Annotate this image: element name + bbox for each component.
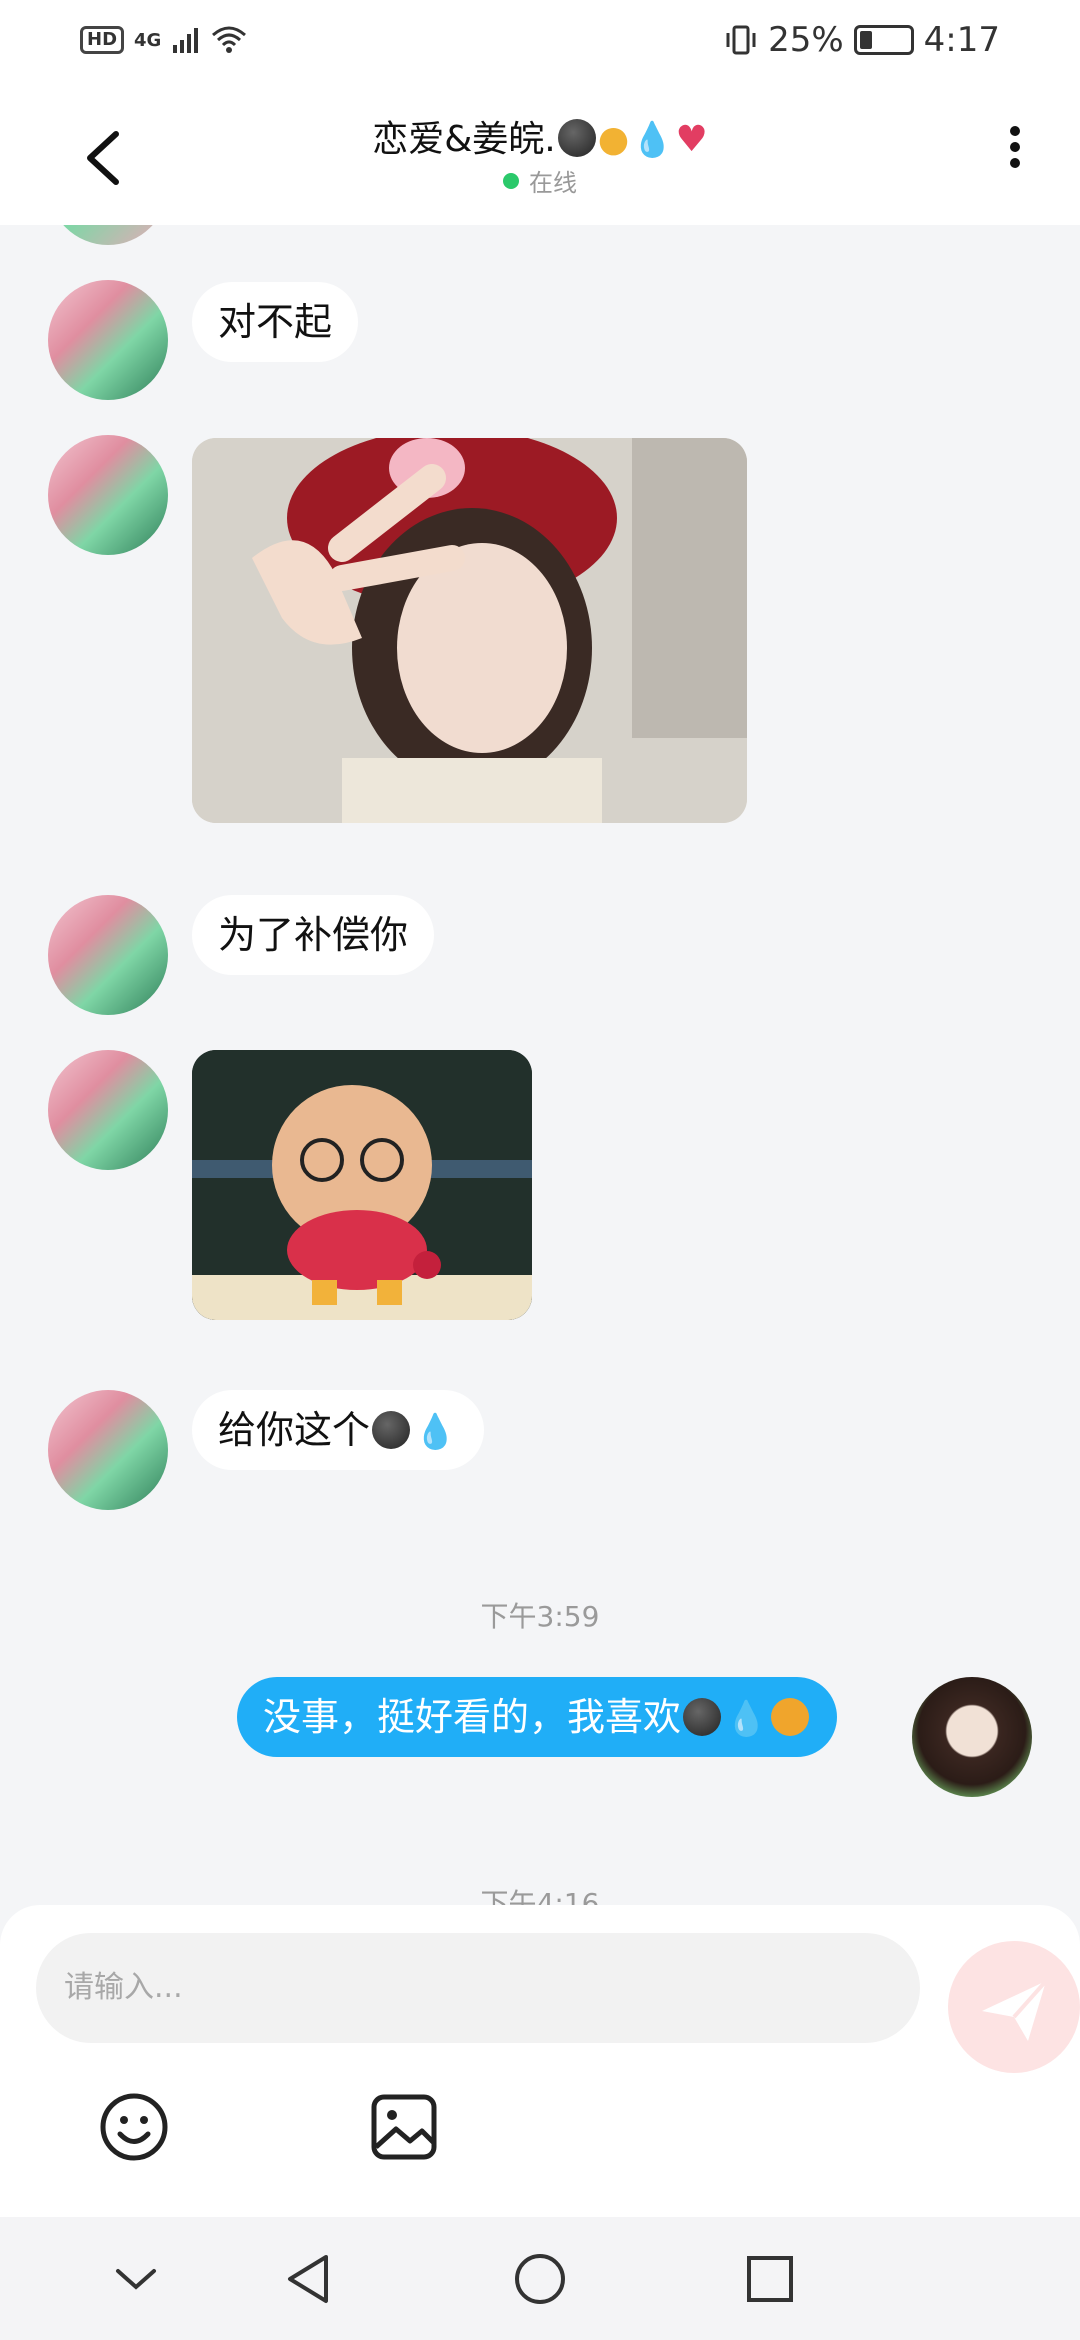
online-dot	[503, 172, 519, 189]
message-input[interactable]: 请输入...	[36, 1933, 920, 2043]
chat-header: 恋爱&姜皖. ●💧♥ 在线	[0, 80, 1080, 225]
cartoon-toy-illustration	[192, 1050, 532, 1320]
battery-percent: 25%	[768, 20, 844, 60]
sweat-drops-emoji: 💧	[414, 1412, 457, 1452]
smiley-icon[interactable]	[98, 2091, 170, 2163]
sweat-drops-emoji: 💧	[631, 120, 674, 160]
send-icon	[982, 1979, 1048, 2041]
back-icon[interactable]	[280, 2249, 340, 2309]
chevron-down-icon[interactable]	[106, 2249, 166, 2309]
message-text: 没事，挺好看的，我喜欢	[263, 1695, 682, 1739]
tulip-emoji: ♥	[675, 119, 708, 160]
vibrate-icon	[726, 25, 756, 55]
contact-avatar[interactable]	[48, 895, 168, 1015]
fist-emoji: ●	[597, 119, 630, 160]
my-message-bubble[interactable]: 没事，挺好看的，我喜欢 💧	[237, 1677, 838, 1757]
message-bubble[interactable]: 为了补偿你	[192, 895, 435, 975]
battery-icon	[853, 25, 914, 55]
more-options-icon[interactable]	[1000, 120, 1030, 190]
message-bubble[interactable]: 对不起	[192, 282, 359, 362]
clock: 4:17	[923, 20, 1000, 60]
message-bubble[interactable]: 给你这个 💧	[192, 1390, 485, 1470]
send-button[interactable]	[948, 1941, 1080, 2073]
online-label: 在线	[529, 169, 577, 197]
timestamp: 下午4:16	[480, 1887, 600, 1905]
recents-icon[interactable]	[740, 2249, 800, 2309]
sweat-drops-emoji: 💧	[725, 1699, 768, 1739]
timestamp: 下午3:59	[480, 1600, 600, 1633]
signal-icon	[173, 28, 199, 53]
sticker-message[interactable]	[192, 1050, 532, 1320]
contact-name: 恋爱&姜皖.	[372, 119, 556, 160]
system-nav-bar	[0, 2217, 1080, 2340]
photo-message[interactable]	[192, 438, 747, 823]
girl-photo-illustration	[192, 438, 747, 823]
dark-face-emoji	[372, 1411, 411, 1449]
home-icon[interactable]	[510, 2249, 570, 2309]
my-avatar[interactable]	[912, 1677, 1032, 1797]
network-label: 4G	[134, 29, 162, 51]
dark-face-emoji	[683, 1698, 722, 1736]
contact-avatar[interactable]	[48, 280, 168, 400]
contact-avatar[interactable]	[48, 435, 168, 555]
contact-avatar[interactable]	[48, 1390, 168, 1510]
dark-face-emoji	[557, 119, 596, 157]
status-bar: HD 4G 25% 4:17	[0, 0, 1080, 80]
message-text: 给你这个	[218, 1408, 371, 1452]
image-icon[interactable]	[368, 2091, 440, 2163]
wifi-icon	[212, 26, 247, 53]
online-status: 在线	[0, 163, 1080, 198]
input-panel: 请输入...	[0, 1905, 1080, 2217]
hd-badge: HD	[80, 26, 125, 54]
person-raising-hands-emoji	[771, 1698, 810, 1736]
chat-title: 恋爱&姜皖. ●💧♥	[0, 110, 1080, 162]
contact-avatar[interactable]	[48, 1050, 168, 1170]
message-list[interactable]: 对不起 为了补偿你 给你这个 💧 下午3:59 没事，挺好看的，我喜欢 💧 下午…	[0, 225, 1080, 1905]
contact-avatar[interactable]	[48, 225, 168, 245]
